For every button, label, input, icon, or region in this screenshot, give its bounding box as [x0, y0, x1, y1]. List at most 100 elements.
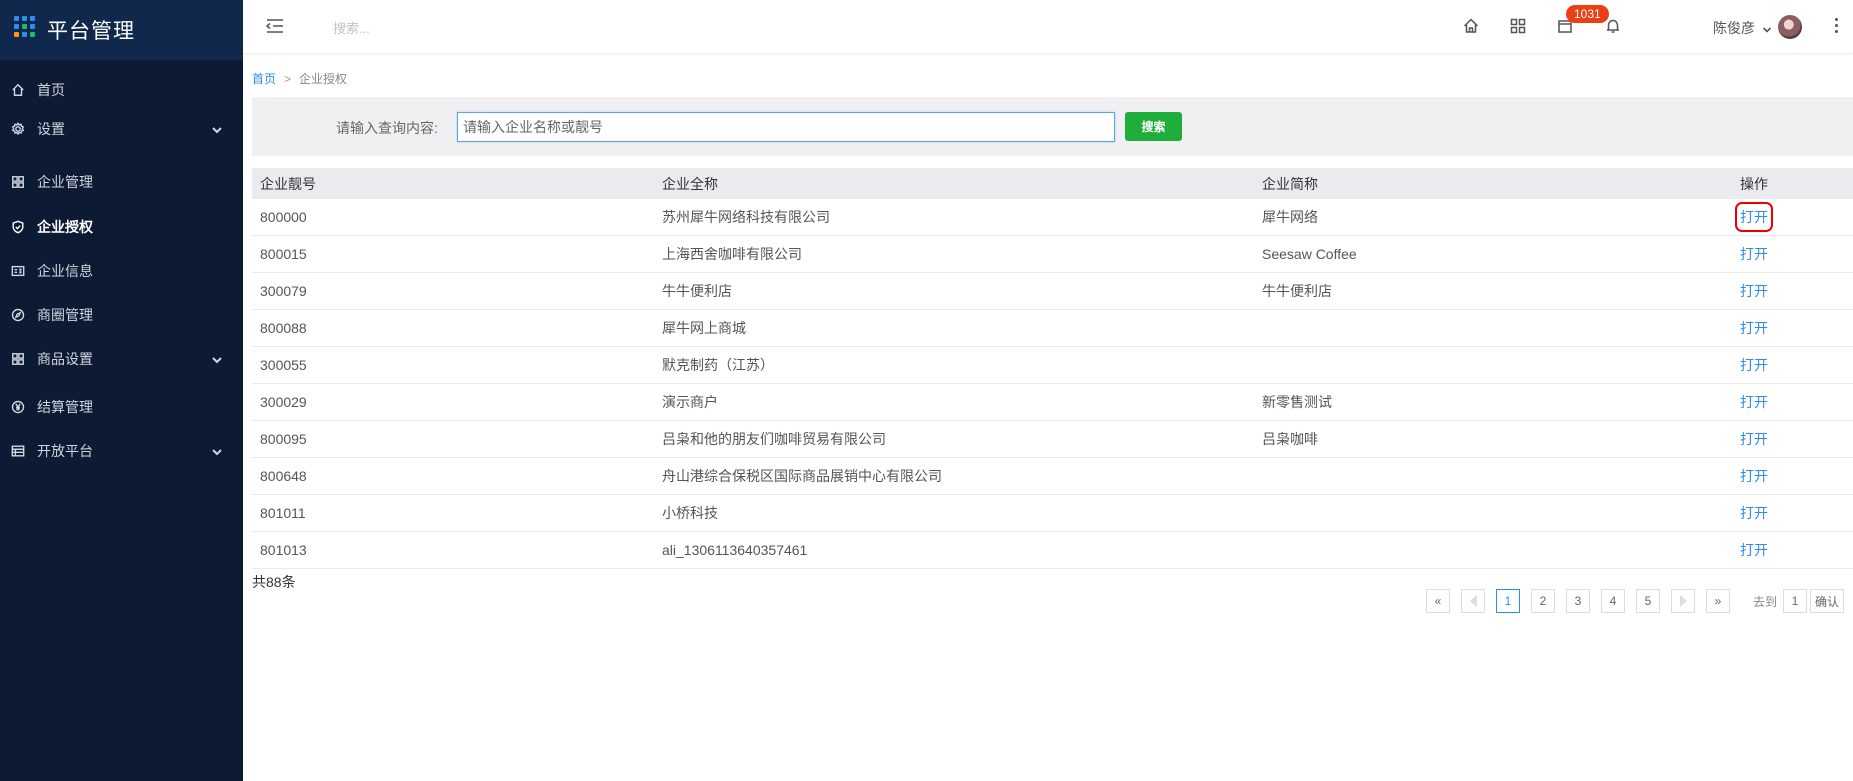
- prev-arrow-icon: [1469, 595, 1477, 607]
- sidebar: 平台管理 首页 设置 企业管理 企业授权 企业信息 商圈管理 商品设置 结算管理…: [0, 0, 243, 781]
- top-header: 1031 陈俊彦: [243, 0, 1853, 54]
- cell-code: 300055: [260, 357, 307, 373]
- yen-icon: [11, 400, 25, 414]
- pagination: « 1 2 3 4 5 » 去到 确认: [1426, 589, 1845, 613]
- goto-page-input[interactable]: [1783, 589, 1808, 613]
- column-header-code: 企业靓号: [260, 175, 316, 192]
- user-name[interactable]: 陈俊彦: [1713, 18, 1755, 38]
- cell-code: 300029: [260, 394, 307, 410]
- column-header-action: 操作: [1740, 175, 1768, 192]
- prev-page-button[interactable]: [1461, 589, 1485, 613]
- compass-icon: [11, 308, 25, 322]
- id-card-icon: [11, 264, 25, 278]
- sidebar-item-label: 商圈管理: [37, 307, 93, 323]
- cell-short-name: 吕枭咖啡: [1262, 431, 1318, 447]
- table-row: 800095 吕枭和他的朋友们咖啡贸易有限公司 吕枭咖啡 打开: [252, 421, 1853, 458]
- sidebar-item-enterprise-authorization[interactable]: 企业授权: [0, 207, 243, 247]
- open-link[interactable]: 打开: [1740, 244, 1768, 264]
- next-page-button[interactable]: [1671, 589, 1695, 613]
- page-button[interactable]: 4: [1601, 589, 1625, 613]
- total-count: 共88条: [252, 574, 296, 590]
- menu-fold-icon[interactable]: [265, 18, 285, 34]
- open-link[interactable]: 打开: [1740, 392, 1768, 412]
- sidebar-item-business-district[interactable]: 商圈管理: [0, 295, 243, 335]
- header-search-input[interactable]: [333, 17, 633, 39]
- cell-full-name: 演示商户: [662, 394, 718, 410]
- table-row: 801011 小桥科技 打开: [252, 495, 1853, 532]
- sidebar-item-label: 设置: [37, 121, 65, 137]
- home-icon[interactable]: [1462, 17, 1480, 35]
- open-link[interactable]: 打开: [1740, 540, 1768, 560]
- cell-code: 800095: [260, 431, 307, 447]
- table-row: 300029 演示商户 新零售测试 打开: [252, 384, 1853, 421]
- sidebar-item-enterprise-info[interactable]: 企业信息: [0, 251, 243, 291]
- table-row: 801013 ali_1306113640357461 打开: [252, 532, 1853, 569]
- sidebar-item-settings[interactable]: 设置: [0, 109, 243, 149]
- page-button[interactable]: 3: [1566, 589, 1590, 613]
- open-link[interactable]: 打开: [1740, 355, 1768, 375]
- column-header-full-name: 企业全称: [662, 175, 718, 192]
- sidebar-item-label: 首页: [37, 82, 65, 98]
- sidebar-item-label: 商品设置: [37, 351, 93, 367]
- search-label: 请输入查询内容:: [336, 120, 438, 136]
- chevron-down-icon: [211, 123, 223, 135]
- gear-icon: [11, 122, 25, 136]
- breadcrumb-current: 企业授权: [299, 72, 348, 86]
- brand: 平台管理: [0, 0, 243, 60]
- table-header: 企业靓号 企业全称 企业简称 操作: [252, 168, 1853, 199]
- cell-full-name: 默克制药（江苏）: [662, 357, 774, 373]
- avatar[interactable]: [1778, 15, 1802, 39]
- sidebar-item-product-settings[interactable]: 商品设置: [0, 339, 243, 379]
- sidebar-item-enterprise-management[interactable]: 企业管理: [0, 162, 243, 202]
- first-page-button[interactable]: «: [1426, 589, 1450, 613]
- open-link[interactable]: 打开: [1740, 466, 1768, 486]
- breadcrumb-home[interactable]: 首页: [252, 72, 276, 86]
- sidebar-item-home[interactable]: 首页: [0, 70, 243, 110]
- enterprise-table: 企业靓号 企业全称 企业简称 操作 800000 苏州犀牛网络科技有限公司 犀牛…: [252, 168, 1853, 569]
- query-input[interactable]: [457, 112, 1115, 142]
- page-button[interactable]: 5: [1636, 589, 1660, 613]
- cell-code: 800015: [260, 246, 307, 262]
- table-row: 800015 上海西舍咖啡有限公司 Seesaw Coffee 打开: [252, 236, 1853, 273]
- bell-icon[interactable]: [1604, 17, 1622, 35]
- cell-full-name: 小桥科技: [662, 505, 718, 521]
- apps-grid-icon[interactable]: [1509, 17, 1527, 35]
- next-arrow-icon: [1679, 595, 1687, 607]
- home-icon: [11, 83, 25, 97]
- chevron-down-icon: [211, 353, 223, 365]
- open-link[interactable]: 打开: [1735, 202, 1773, 232]
- apps-logo-icon: [14, 15, 35, 37]
- breadcrumb: 首页 > 企业授权: [252, 70, 347, 87]
- open-link[interactable]: 打开: [1740, 429, 1768, 449]
- cell-full-name: 吕枭和他的朋友们咖啡贸易有限公司: [662, 431, 886, 447]
- page-button[interactable]: 1: [1496, 589, 1520, 613]
- sidebar-item-label: 开放平台: [37, 443, 93, 459]
- sidebar-item-label: 结算管理: [37, 399, 93, 415]
- sidebar-item-label: 企业授权: [37, 219, 93, 235]
- sidebar-item-open-platform[interactable]: 开放平台: [0, 431, 243, 471]
- cell-short-name: 牛牛便利店: [1262, 283, 1332, 299]
- more-vertical-icon[interactable]: [1835, 18, 1839, 34]
- page-button[interactable]: 2: [1531, 589, 1555, 613]
- notification-badge: 1031: [1566, 5, 1609, 23]
- breadcrumb-separator: >: [284, 72, 292, 86]
- table-row: 300055 默克制药（江苏） 打开: [252, 347, 1853, 384]
- open-link[interactable]: 打开: [1740, 318, 1768, 338]
- cell-full-name: 苏州犀牛网络科技有限公司: [662, 209, 830, 225]
- cell-full-name: 舟山港综合保税区国际商品展销中心有限公司: [662, 468, 942, 484]
- cell-code: 801011: [260, 505, 306, 521]
- cell-full-name: ali_1306113640357461: [662, 542, 808, 558]
- cell-short-name: Seesaw Coffee: [1262, 246, 1357, 262]
- grid-icon: [11, 352, 25, 366]
- table-row: 800088 犀牛网上商城 打开: [252, 310, 1853, 347]
- confirm-button[interactable]: 确认: [1810, 589, 1845, 613]
- open-link[interactable]: 打开: [1740, 503, 1768, 523]
- cell-short-name: 新零售测试: [1262, 394, 1332, 410]
- column-header-short-name: 企业简称: [1262, 175, 1318, 192]
- chevron-down-icon[interactable]: [1762, 22, 1772, 33]
- cell-code: 800648: [260, 468, 307, 484]
- sidebar-item-settlement[interactable]: 结算管理: [0, 387, 243, 427]
- open-link[interactable]: 打开: [1740, 281, 1768, 301]
- last-page-button[interactable]: »: [1706, 589, 1730, 613]
- search-button[interactable]: 搜索: [1125, 112, 1182, 141]
